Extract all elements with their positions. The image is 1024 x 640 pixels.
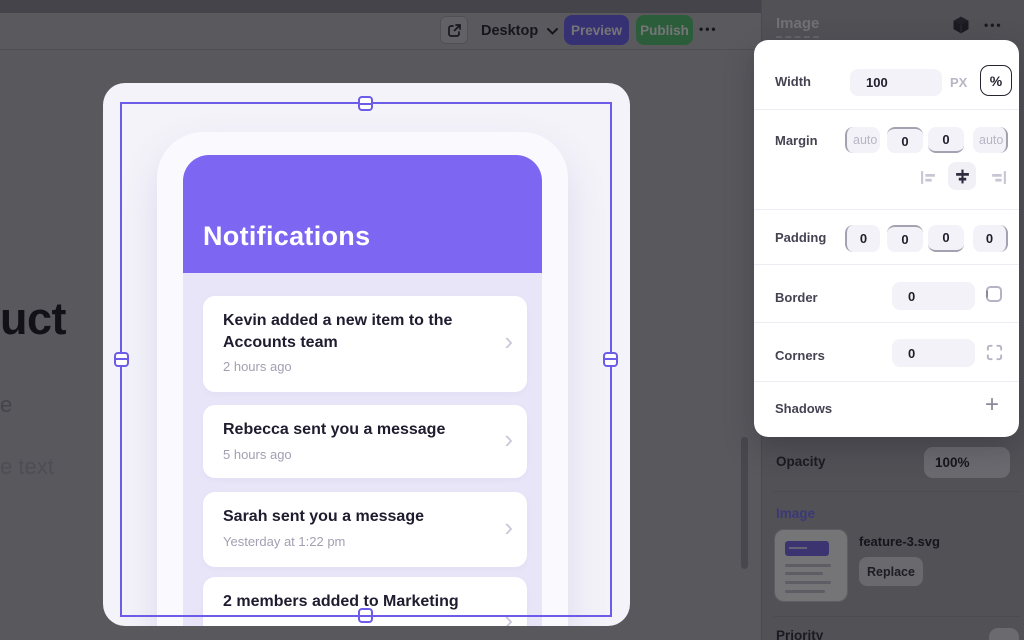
thumbnail-line bbox=[785, 564, 831, 567]
margin-align-right-button[interactable] bbox=[984, 163, 1012, 191]
phone-mockup-header: Notifications bbox=[183, 155, 542, 273]
padding-label: Padding bbox=[775, 230, 827, 245]
panel-more-button[interactable]: ••• bbox=[984, 18, 1003, 32]
margin-row: Margin auto 0 0 auto bbox=[754, 110, 1019, 210]
device-selector[interactable]: Desktop bbox=[481, 13, 559, 49]
chevron-down-icon bbox=[547, 27, 559, 35]
padding-right-input[interactable]: 0 bbox=[973, 225, 1008, 252]
page-text-fragment: e bbox=[0, 392, 13, 417]
selected-image-element[interactable]: Notifications Kevin added a new item to … bbox=[103, 83, 630, 626]
shadows-row: Shadows + bbox=[754, 382, 1019, 437]
border-icon bbox=[986, 286, 1002, 302]
margin-left-input[interactable]: auto bbox=[845, 127, 880, 153]
margin-label: Margin bbox=[775, 133, 818, 148]
external-link-icon bbox=[447, 23, 462, 38]
page-heading-fragment: uct bbox=[0, 293, 67, 344]
phone-mockup-body: Kevin added a new item to the Accounts t… bbox=[183, 273, 542, 626]
notification-item: Rebecca sent you a message 5 hours ago › bbox=[203, 405, 527, 478]
editor-toolbar: Desktop Preview Publish ••• bbox=[0, 13, 761, 50]
notification-item: Kevin added a new item to the Accounts t… bbox=[203, 296, 527, 392]
corners-input[interactable]: 0 bbox=[892, 339, 975, 367]
width-label: Width bbox=[775, 74, 811, 89]
notification-item: Sarah sent you a message Yesterday at 1:… bbox=[203, 492, 527, 567]
border-label: Border bbox=[775, 290, 818, 305]
image-settings-popup: Width 100 PX % Margin auto 0 0 auto Padd… bbox=[754, 40, 1019, 437]
notification-title: Sarah sent you a message bbox=[223, 508, 424, 525]
resize-handle-left[interactable] bbox=[114, 351, 129, 367]
border-row: Border 0 bbox=[754, 265, 1019, 323]
unit-px-option[interactable]: PX bbox=[950, 75, 967, 90]
chevron-right-icon: › bbox=[504, 511, 513, 542]
corners-row: Corners 0 bbox=[754, 323, 1019, 382]
padding-top-input[interactable]: 0 bbox=[887, 225, 923, 252]
align-right-icon bbox=[991, 170, 1006, 184]
thumbnail-line bbox=[785, 581, 831, 584]
cube-icon[interactable] bbox=[951, 15, 971, 40]
width-row: Width 100 PX % bbox=[754, 40, 1019, 110]
border-input[interactable]: 0 bbox=[892, 282, 975, 310]
image-filename: feature-3.svg bbox=[859, 534, 940, 549]
panel-divider bbox=[774, 491, 1020, 492]
editor-canvas: uct e e text Notifications Kevin added a… bbox=[0, 50, 761, 640]
thumbnail-line bbox=[785, 572, 823, 575]
image-section-label: Image bbox=[776, 506, 816, 521]
replace-image-button[interactable]: Replace bbox=[859, 557, 923, 586]
padding-left-input[interactable]: 0 bbox=[845, 225, 880, 252]
notification-time: 5 hours ago bbox=[223, 446, 292, 462]
phone-mockup: Notifications Kevin added a new item to … bbox=[157, 132, 568, 626]
image-thumbnail[interactable] bbox=[774, 529, 848, 602]
notification-title: Kevin added a new item to the Accounts t… bbox=[223, 312, 453, 351]
toolbar-more-button[interactable]: ••• bbox=[699, 22, 718, 36]
chevron-right-icon: › bbox=[504, 605, 513, 626]
padding-row: Padding 0 0 0 0 bbox=[754, 210, 1019, 265]
notification-title: 2 members added to Marketing bbox=[223, 593, 459, 610]
page-text-fragment: e text bbox=[0, 454, 54, 479]
opacity-value[interactable]: 100% bbox=[924, 447, 1010, 478]
panel-divider bbox=[774, 616, 1020, 617]
margin-right-input[interactable]: auto bbox=[973, 127, 1008, 153]
shadows-label: Shadows bbox=[775, 401, 833, 416]
preview-button[interactable]: Preview bbox=[564, 15, 629, 45]
opacity-label: Opacity bbox=[776, 454, 826, 469]
chevron-right-icon: › bbox=[504, 326, 513, 357]
margin-bottom-input[interactable]: 0 bbox=[928, 127, 964, 153]
panel-title: Image bbox=[776, 15, 820, 38]
corners-button[interactable] bbox=[985, 343, 1004, 362]
align-center-icon bbox=[955, 169, 969, 183]
notification-title: Rebecca sent you a message bbox=[223, 421, 446, 438]
width-input[interactable]: 100 bbox=[850, 69, 942, 96]
thumbnail-phone-header bbox=[785, 541, 829, 556]
phone-mockup-title: Notifications bbox=[203, 221, 371, 251]
resize-handle-right[interactable] bbox=[603, 351, 618, 367]
open-in-new-tab-button[interactable] bbox=[440, 16, 468, 44]
margin-align-left-button[interactable] bbox=[914, 163, 942, 191]
priority-label: Priority bbox=[776, 628, 824, 640]
builder-app: Desktop Preview Publish ••• uct e e text… bbox=[0, 0, 1024, 640]
resize-handle-bottom[interactable] bbox=[358, 608, 373, 623]
resize-handle-top[interactable] bbox=[358, 96, 373, 111]
margin-align-center-button[interactable] bbox=[948, 162, 976, 190]
corners-icon bbox=[986, 344, 1003, 361]
margin-top-input[interactable]: 0 bbox=[887, 127, 923, 153]
chevron-right-icon: › bbox=[504, 423, 513, 454]
publish-button[interactable]: Publish bbox=[636, 15, 693, 45]
unit-percent-option[interactable]: % bbox=[980, 65, 1012, 96]
corners-label: Corners bbox=[775, 348, 825, 363]
padding-bottom-input[interactable]: 0 bbox=[928, 225, 964, 252]
notification-time: 2 hours ago bbox=[223, 359, 292, 375]
notification-time: Yesterday at 1:22 pm bbox=[223, 533, 346, 549]
thumbnail-line bbox=[785, 590, 825, 593]
device-selector-label: Desktop bbox=[481, 23, 539, 39]
canvas-scrollbar-thumb[interactable] bbox=[741, 437, 748, 569]
border-sides-button[interactable] bbox=[984, 284, 1004, 304]
window-top-strip bbox=[0, 0, 761, 13]
priority-control[interactable] bbox=[989, 628, 1019, 640]
add-shadow-button[interactable]: + bbox=[985, 391, 999, 419]
align-left-icon bbox=[920, 170, 935, 184]
